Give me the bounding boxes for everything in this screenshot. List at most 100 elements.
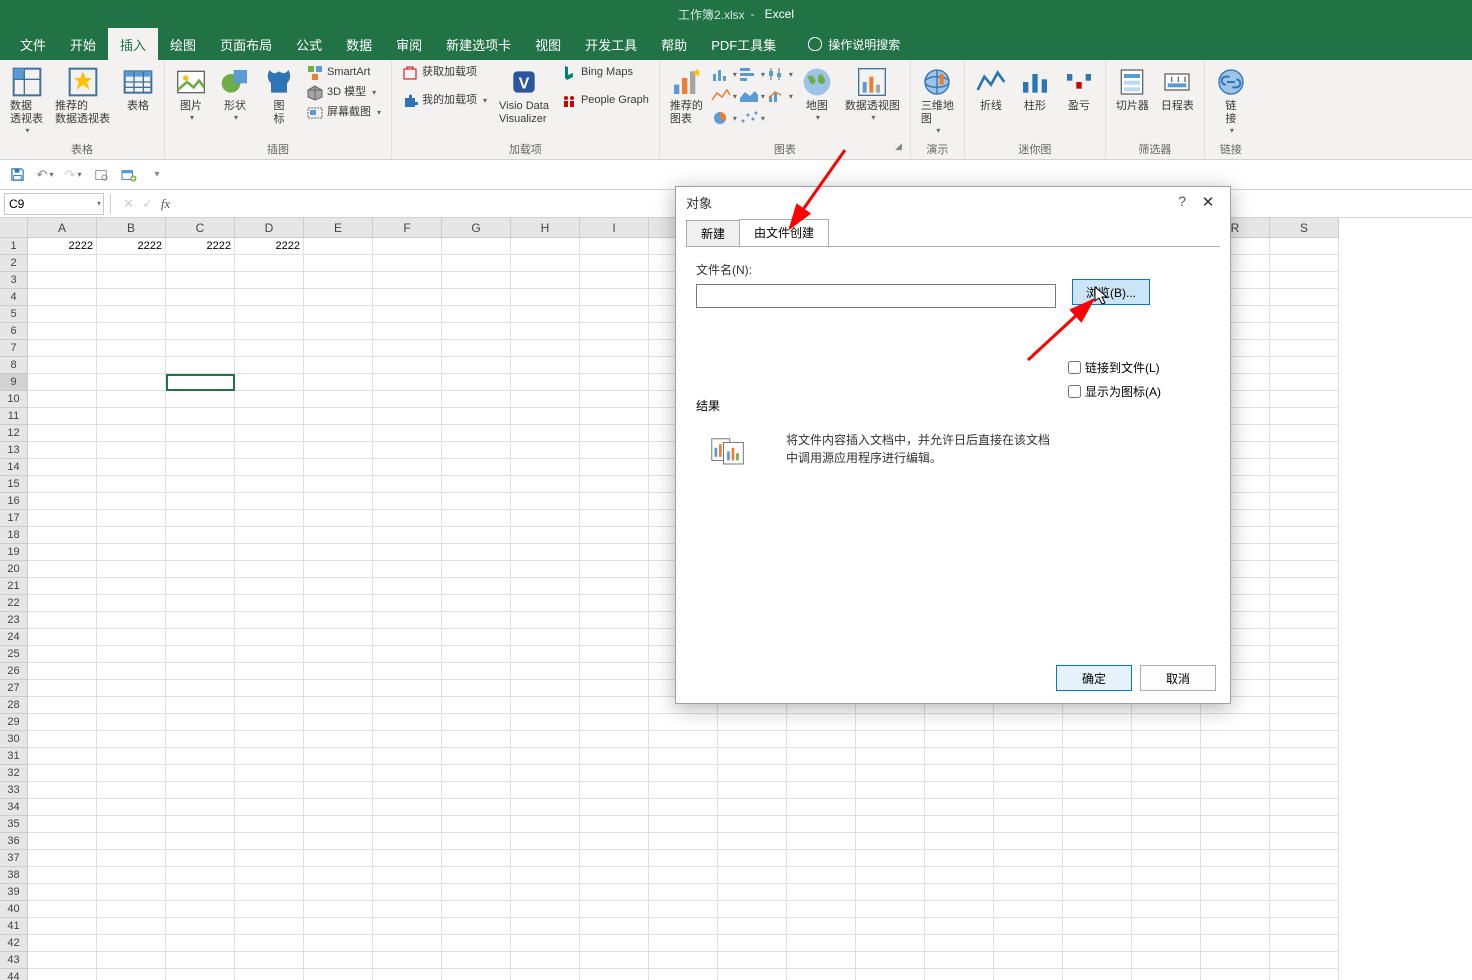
area-chart-button[interactable]: ▾ — [739, 86, 765, 106]
cell-A1[interactable]: 2222 — [28, 238, 97, 255]
pivot-chart-button[interactable]: 数据透视图▾ — [841, 64, 904, 125]
cell-F39[interactable] — [373, 884, 442, 901]
cell-I15[interactable] — [580, 476, 649, 493]
cell-P35[interactable] — [1063, 816, 1132, 833]
cell-E34[interactable] — [304, 799, 373, 816]
cell-B25[interactable] — [97, 646, 166, 663]
cell-S8[interactable] — [1270, 357, 1339, 374]
cell-F14[interactable] — [373, 459, 442, 476]
row-header-5[interactable]: 5 — [0, 306, 28, 323]
cell-F5[interactable] — [373, 306, 442, 323]
cell-J31[interactable] — [649, 748, 718, 765]
cell-P32[interactable] — [1063, 765, 1132, 782]
cell-D24[interactable] — [235, 629, 304, 646]
cell-G34[interactable] — [442, 799, 511, 816]
cell-E18[interactable] — [304, 527, 373, 544]
cell-I5[interactable] — [580, 306, 649, 323]
cell-C31[interactable] — [166, 748, 235, 765]
cell-C14[interactable] — [166, 459, 235, 476]
cell-P37[interactable] — [1063, 850, 1132, 867]
cell-K31[interactable] — [718, 748, 787, 765]
cell-S35[interactable] — [1270, 816, 1339, 833]
cell-A26[interactable] — [28, 663, 97, 680]
shapes-button[interactable]: 形状▾ — [215, 64, 255, 125]
cell-H23[interactable] — [511, 612, 580, 629]
cell-F21[interactable] — [373, 578, 442, 595]
cell-A25[interactable] — [28, 646, 97, 663]
cell-A33[interactable] — [28, 782, 97, 799]
scatter-chart-button[interactable]: ▾ — [739, 108, 765, 128]
cell-B11[interactable] — [97, 408, 166, 425]
cell-B37[interactable] — [97, 850, 166, 867]
cell-F31[interactable] — [373, 748, 442, 765]
col-header-I[interactable]: I — [580, 218, 649, 238]
cell-G31[interactable] — [442, 748, 511, 765]
cell-A12[interactable] — [28, 425, 97, 442]
cell-D20[interactable] — [235, 561, 304, 578]
dialog-close-button[interactable]: ✕ — [1196, 193, 1220, 211]
cell-F13[interactable] — [373, 442, 442, 459]
cell-C4[interactable] — [166, 289, 235, 306]
cell-O33[interactable] — [994, 782, 1063, 799]
cell-N29[interactable] — [925, 714, 994, 731]
cell-H4[interactable] — [511, 289, 580, 306]
cell-F32[interactable] — [373, 765, 442, 782]
cell-I35[interactable] — [580, 816, 649, 833]
cell-F18[interactable] — [373, 527, 442, 544]
cell-H6[interactable] — [511, 323, 580, 340]
cell-I9[interactable] — [580, 374, 649, 391]
cell-L35[interactable] — [787, 816, 856, 833]
get-addins-button[interactable]: 获取加载项 — [398, 64, 491, 82]
cell-Q37[interactable] — [1132, 850, 1201, 867]
cell-G3[interactable] — [442, 272, 511, 289]
cell-B4[interactable] — [97, 289, 166, 306]
cell-M42[interactable] — [856, 935, 925, 952]
cell-Q41[interactable] — [1132, 918, 1201, 935]
row-header-9[interactable]: 9 — [0, 374, 28, 391]
cell-F20[interactable] — [373, 561, 442, 578]
cell-B24[interactable] — [97, 629, 166, 646]
cell-E23[interactable] — [304, 612, 373, 629]
cell-R37[interactable] — [1201, 850, 1270, 867]
cell-I22[interactable] — [580, 595, 649, 612]
cell-H19[interactable] — [511, 544, 580, 561]
cell-A40[interactable] — [28, 901, 97, 918]
cell-D7[interactable] — [235, 340, 304, 357]
cell-H28[interactable] — [511, 697, 580, 714]
pivot-table-button[interactable]: 数据 透视表▾ — [6, 64, 47, 138]
cell-I20[interactable] — [580, 561, 649, 578]
cell-G41[interactable] — [442, 918, 511, 935]
cell-M36[interactable] — [856, 833, 925, 850]
dialog-tab-from-file[interactable]: 由文件创建 — [739, 219, 829, 246]
cell-A7[interactable] — [28, 340, 97, 357]
row-header-37[interactable]: 37 — [0, 850, 28, 867]
cell-G28[interactable] — [442, 697, 511, 714]
cancel-formula-icon[interactable]: ✕ — [123, 196, 134, 212]
cell-E21[interactable] — [304, 578, 373, 595]
cell-H13[interactable] — [511, 442, 580, 459]
cell-F44[interactable] — [373, 969, 442, 980]
cell-I29[interactable] — [580, 714, 649, 731]
cell-H37[interactable] — [511, 850, 580, 867]
cell-J33[interactable] — [649, 782, 718, 799]
cell-S38[interactable] — [1270, 867, 1339, 884]
cell-P36[interactable] — [1063, 833, 1132, 850]
row-header-24[interactable]: 24 — [0, 629, 28, 646]
row-header-21[interactable]: 21 — [0, 578, 28, 595]
cell-B8[interactable] — [97, 357, 166, 374]
cell-A11[interactable] — [28, 408, 97, 425]
cell-G30[interactable] — [442, 731, 511, 748]
cell-B7[interactable] — [97, 340, 166, 357]
cell-G35[interactable] — [442, 816, 511, 833]
cell-G5[interactable] — [442, 306, 511, 323]
cell-F1[interactable] — [373, 238, 442, 255]
cell-H36[interactable] — [511, 833, 580, 850]
cell-E36[interactable] — [304, 833, 373, 850]
cell-I6[interactable] — [580, 323, 649, 340]
cell-A14[interactable] — [28, 459, 97, 476]
cell-N30[interactable] — [925, 731, 994, 748]
cell-C5[interactable] — [166, 306, 235, 323]
cell-B14[interactable] — [97, 459, 166, 476]
cell-P38[interactable] — [1063, 867, 1132, 884]
cell-D42[interactable] — [235, 935, 304, 952]
